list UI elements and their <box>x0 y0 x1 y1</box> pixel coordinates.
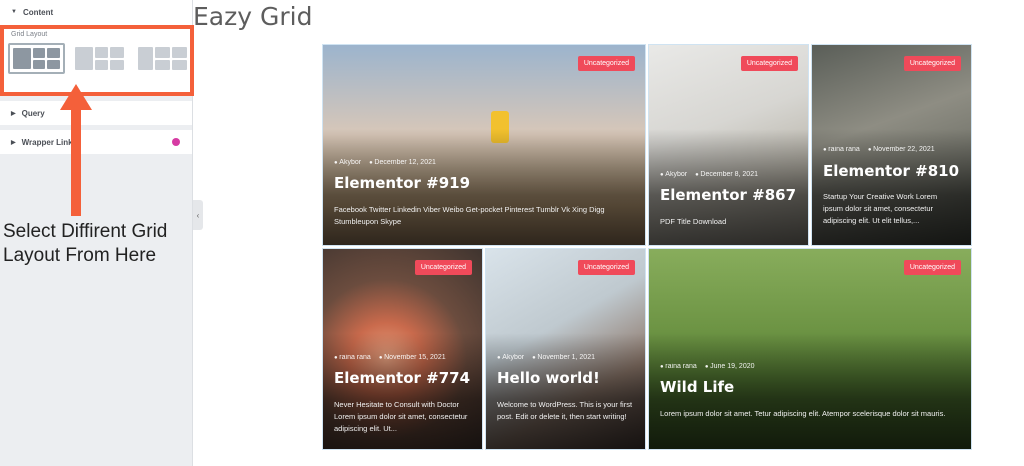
post-date: June 19, 2020 <box>705 363 754 370</box>
post-excerpt: Never Hesitate to Consult with Doctor Lo… <box>334 400 468 433</box>
post-author[interactable]: raina rana <box>823 146 860 153</box>
query-section-header[interactable]: ▶ Query <box>0 101 192 125</box>
post-title[interactable]: Elementor #867 <box>660 186 796 204</box>
post-meta: Akybor November 1, 2021 <box>497 354 595 361</box>
panel-collapse-toggle[interactable]: ‹ <box>193 200 203 230</box>
category-badge[interactable]: Uncategorized <box>740 56 798 71</box>
annotation-arrow-icon <box>60 84 92 216</box>
post-card[interactable]: Uncategorized raina rana November 15, 20… <box>322 248 483 450</box>
post-title[interactable]: Elementor #810 <box>823 162 959 180</box>
post-date: December 8, 2021 <box>695 171 758 178</box>
wrapper-link-section-header[interactable]: ▶ Wrapper Link <box>0 130 192 154</box>
post-card[interactable]: Uncategorized Akybor November 1, 2021 He… <box>485 248 646 450</box>
post-author[interactable]: Akybor <box>334 159 361 166</box>
chevron-left-icon: ‹ <box>196 210 200 220</box>
annotation-callout-text: Select Diffirent Grid Layout From Here <box>3 221 168 266</box>
post-date: November 22, 2021 <box>868 146 934 153</box>
content-section-header[interactable]: ▼ Content <box>0 0 192 24</box>
post-author[interactable]: Akybor <box>660 171 687 178</box>
post-excerpt: Welcome to WordPress. This is your first… <box>497 400 633 421</box>
category-badge[interactable]: Uncategorized <box>577 260 635 275</box>
caret-right-icon: ▶ <box>11 139 16 146</box>
category-badge[interactable]: Uncategorized <box>577 56 635 71</box>
post-date: December 12, 2021 <box>369 159 435 166</box>
post-author[interactable]: raina rana <box>660 363 697 370</box>
post-date: November 15, 2021 <box>379 354 445 361</box>
caret-down-icon: ▼ <box>11 9 17 15</box>
post-meta: Akybor December 8, 2021 <box>660 171 758 178</box>
category-badge[interactable]: Uncategorized <box>903 260 961 275</box>
post-card[interactable]: Uncategorized raina rana June 19, 2020 W… <box>648 248 972 450</box>
query-section-label: Query <box>21 108 45 118</box>
page-title: Eazy Grid <box>193 2 313 31</box>
post-meta: raina rana June 19, 2020 <box>660 363 754 370</box>
post-date: November 1, 2021 <box>532 354 595 361</box>
post-author[interactable]: raina rana <box>334 354 371 361</box>
post-meta: raina rana November 22, 2021 <box>823 146 934 153</box>
post-card[interactable]: Uncategorized Akybor December 12, 2021 E… <box>322 44 646 246</box>
content-section-label: Content <box>22 7 54 17</box>
post-excerpt: Startup Your Creative Work Lorem ipsum d… <box>823 192 938 225</box>
post-grid: Uncategorized Akybor December 12, 2021 E… <box>322 44 972 450</box>
pro-badge-icon <box>172 138 180 146</box>
post-title[interactable]: Hello world! <box>497 369 600 387</box>
post-excerpt: Facebook Twitter Linkedin Viber Weibo Ge… <box>334 205 605 226</box>
post-excerpt: PDF Title Download <box>660 217 727 226</box>
post-meta: Akybor December 12, 2021 <box>334 159 436 166</box>
post-author[interactable]: Akybor <box>497 354 524 361</box>
post-title[interactable]: Elementor #919 <box>334 174 470 192</box>
caret-right-icon: ▶ <box>11 110 16 117</box>
annotation-highlight-box <box>0 25 194 96</box>
post-excerpt: Lorem ipsum dolor sit amet. Tetur adipis… <box>660 409 946 418</box>
category-badge[interactable]: Uncategorized <box>903 56 961 71</box>
post-title[interactable]: Wild Life <box>660 378 734 396</box>
category-badge[interactable]: Uncategorized <box>414 260 472 275</box>
post-card[interactable]: Uncategorized Akybor December 8, 2021 El… <box>648 44 809 246</box>
post-title[interactable]: Elementor #774 <box>334 369 470 387</box>
post-card[interactable]: Uncategorized raina rana November 22, 20… <box>811 44 972 246</box>
post-meta: raina rana November 15, 2021 <box>334 354 445 361</box>
